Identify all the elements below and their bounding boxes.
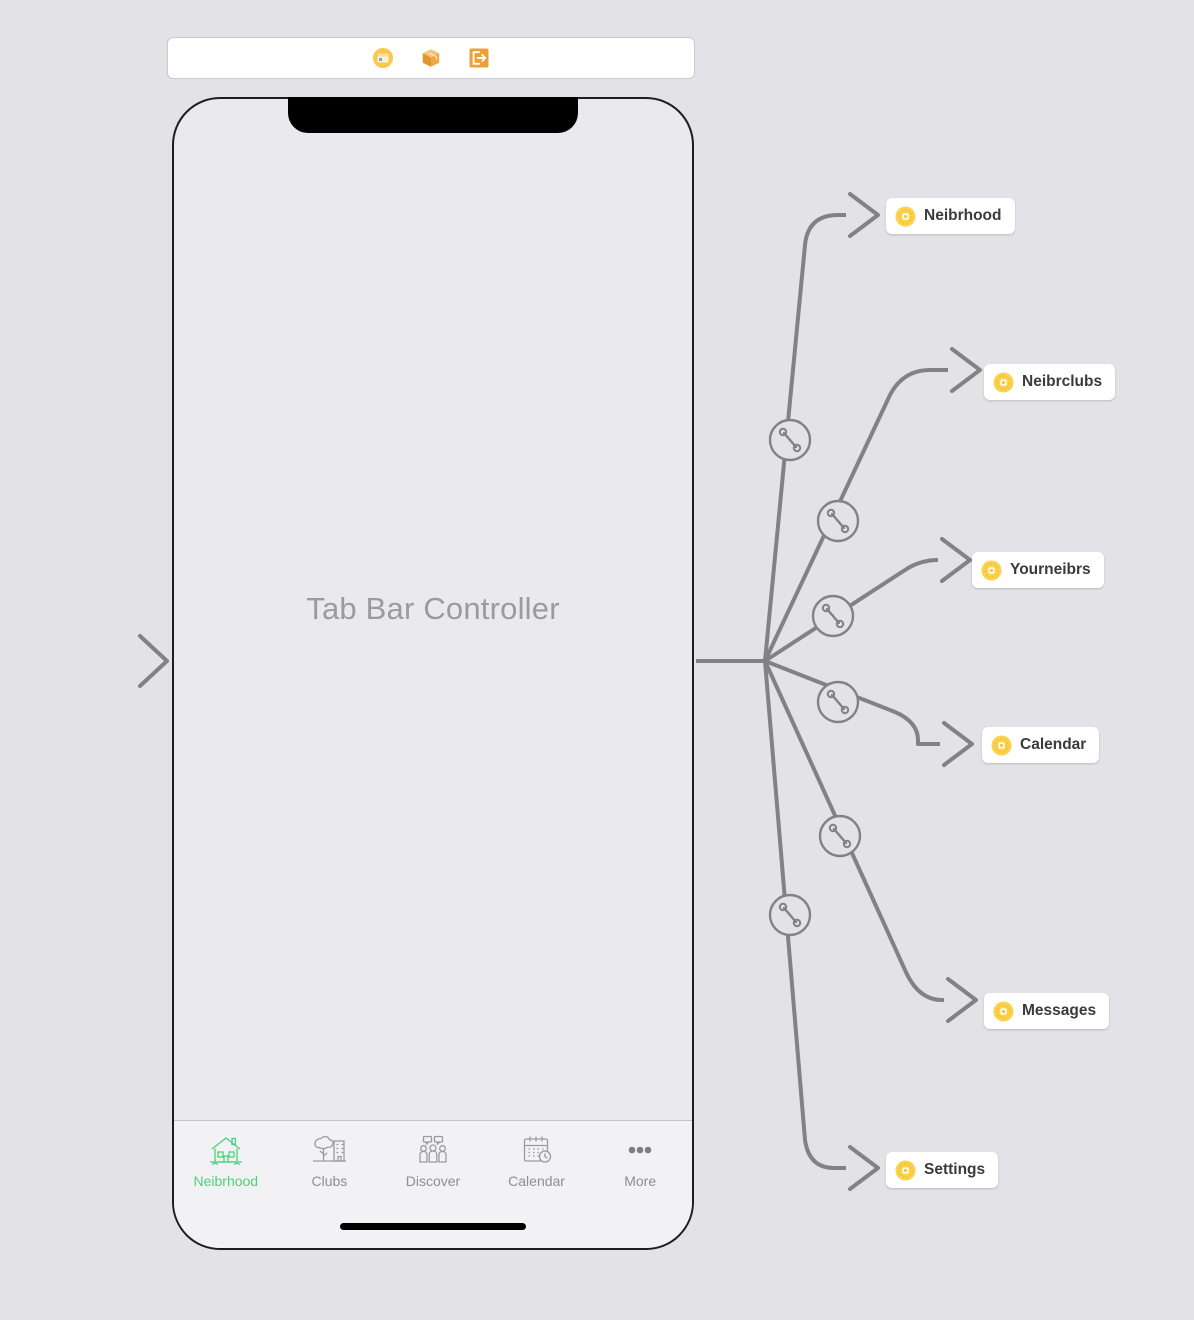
tab-label: Discover [405,1173,461,1189]
scene-label-text: Messages [1022,1002,1097,1019]
tab-discover[interactable]: Discover [381,1121,485,1189]
segue-path-settings [763,660,846,1170]
segue-path-yourneibrs [763,558,939,663]
exit-segue-icon[interactable] [468,47,490,69]
notch [288,97,578,133]
scene-label-messages[interactable]: Messages [984,993,1110,1029]
view-controller-badge [993,372,1014,393]
scene-label-settings[interactable]: Settings [886,1152,999,1188]
view-controller-badge [895,206,916,227]
segue-nodes[interactable] [768,418,862,937]
scene-label-text: Settings [924,1161,986,1178]
segue-path-calendar [764,659,940,746]
home-indicator [340,1223,526,1230]
scene-toolbar[interactable] [167,37,695,79]
view-controller-badge [993,1001,1014,1022]
scene-label-text: Neibrclubs [1022,373,1103,390]
house-icon [207,1133,245,1167]
scene-label-yourneibrs[interactable]: Yourneibrs [972,552,1104,588]
view-controller-badge [981,560,1002,581]
people-icon [414,1133,452,1167]
initial-view-controller-arrow [44,634,169,688]
tab-label: More [624,1173,657,1189]
tab-label: Clubs [311,1173,348,1189]
relationship-segue-icon[interactable] [816,680,860,724]
tab-label: Neibrhood [193,1173,259,1189]
relationship-segue-icon[interactable] [818,814,862,858]
tab-neibrhood[interactable]: Neibrhood [174,1121,278,1189]
scene-label-text: Neibrhood [924,207,1002,224]
relationship-segue-icon[interactable] [816,499,860,543]
scene-label-text: Calendar [1020,736,1087,753]
scene-label-text: Yourneibrs [1010,561,1091,578]
relationship-segue-icon[interactable] [768,418,812,462]
tab-calendar[interactable]: Calendar [485,1121,589,1189]
segue-arrowheads [848,192,982,1191]
tab-label: Calendar [508,1173,565,1189]
view-controller-icon[interactable] [372,47,394,69]
tab-bar-controller-scene[interactable]: Tab Bar Controller Neibrhood Clubs Disco… [172,97,694,1250]
scene-label-calendar[interactable]: Calendar [982,727,1100,763]
scene-label-neibrhood[interactable]: Neibrhood [886,198,1015,234]
relationship-segue-icon[interactable] [768,893,812,937]
relationship-segue-icon[interactable] [811,594,855,638]
segue-path-neibrhood [763,213,846,662]
view-controller-badge [895,1160,916,1181]
tab-more[interactable]: More [588,1121,692,1189]
page-title: Tab Bar Controller [306,591,560,626]
segue-path-messages [763,660,944,1002]
tab-clubs[interactable]: Clubs [278,1121,382,1189]
view-controller-badge [991,735,1012,756]
3d-box-icon[interactable] [420,47,442,69]
storyboard-canvas: Tab Bar Controller Neibrhood Clubs Disco… [0,0,1194,1320]
calendar-clock-icon [518,1133,556,1167]
scene-label-neibrclubs[interactable]: Neibrclubs [984,364,1116,400]
segue-path-neibrclubs [763,368,948,662]
tree-building-icon [310,1133,348,1167]
ellipsis-icon [621,1133,659,1167]
